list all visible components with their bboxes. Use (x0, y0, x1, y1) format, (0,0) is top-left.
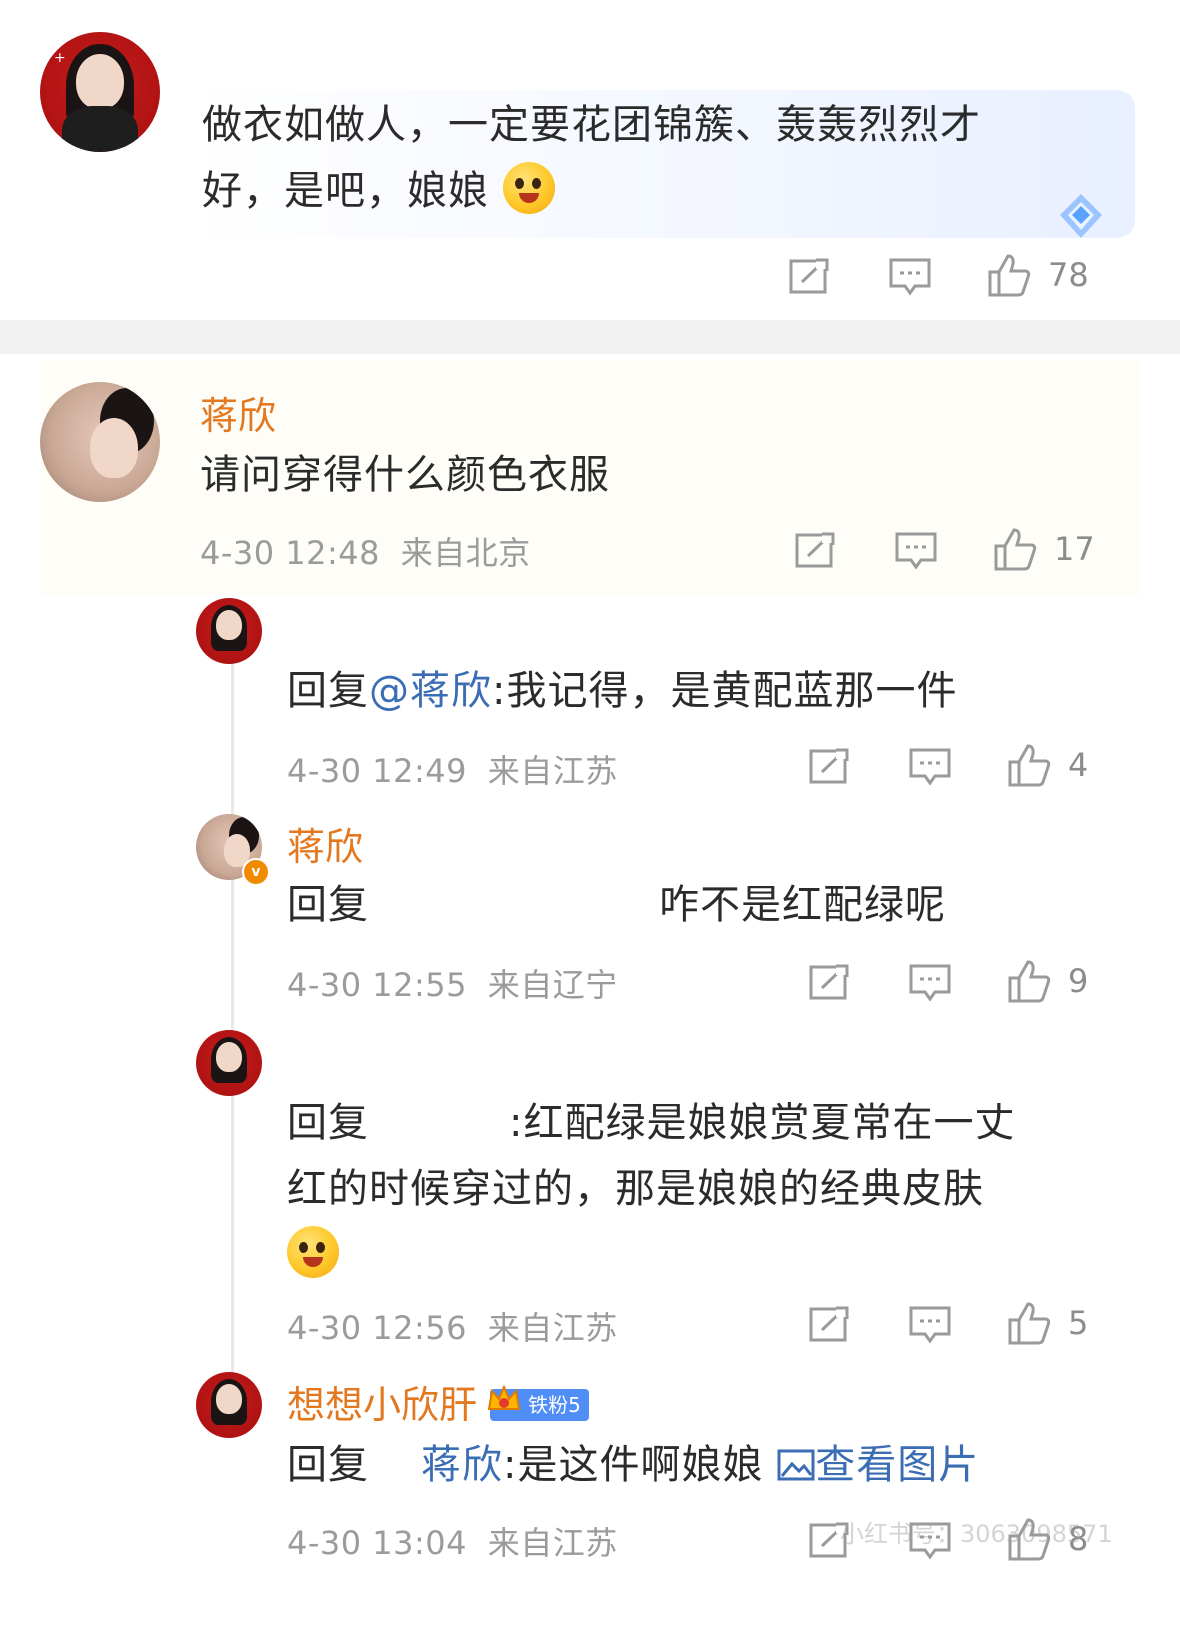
share-icon[interactable] (808, 962, 852, 1002)
avatar[interactable]: + (40, 32, 160, 152)
like-icon[interactable] (1006, 958, 1052, 1004)
like-count: 78 (1048, 256, 1089, 294)
reply-line-3 (287, 1222, 1087, 1288)
timestamp: 4-30 12:55 (287, 966, 468, 1004)
view-image-link[interactable]: 查看图片 (777, 1442, 979, 1488)
reply-prefix: 回复 (287, 668, 369, 714)
location: 来自辽宁 (487, 966, 618, 1004)
timestamp: 4-30 12:49 (287, 752, 468, 790)
mention-link[interactable]: @蒋欣 (369, 668, 492, 714)
mention-link[interactable]: 蒋欣 (421, 1442, 503, 1488)
view-image-label[interactable]: 查看图片 (815, 1442, 979, 1488)
comment-text: 请问穿得什么颜色衣服 (200, 452, 610, 498)
comment-text: 做衣如做人，一定要花团锦簇、轰轰烈烈才 好，是吧，娘娘 (202, 92, 1122, 224)
comment-meta: 4-30 12:48 来自北京 (200, 528, 531, 574)
like-icon[interactable] (1006, 1300, 1052, 1346)
location: 来自江苏 (487, 1309, 618, 1347)
reply-meta: 4-30 12:49 来自江苏 (287, 746, 618, 792)
reply-prefix: 回复 (287, 882, 369, 928)
username[interactable]: 蒋欣 (287, 816, 363, 871)
reply-meta: 4-30 13:04 来自江苏 (287, 1518, 618, 1564)
avatar-face (76, 53, 124, 109)
crown-icon (487, 1384, 521, 1410)
reply-line-2: 红的时候穿过的，那是娘娘的经典皮肤 (287, 1166, 984, 1212)
reply-body: :是这件啊娘娘 (503, 1442, 764, 1488)
comment-icon[interactable] (908, 1304, 952, 1344)
reply-meta: 4-30 12:55 来自辽宁 (287, 960, 618, 1006)
reply-line-1: 回复 :红配绿是娘娘赏夏常在一丈 (287, 1090, 1087, 1156)
avatar[interactable] (196, 1372, 262, 1438)
like-count: 9 (1068, 962, 1089, 1000)
timestamp: 4-30 13:04 (287, 1524, 468, 1562)
share-icon[interactable] (808, 1304, 852, 1344)
avatar[interactable] (196, 598, 262, 664)
comment-icon[interactable] (908, 962, 952, 1002)
like-icon[interactable] (1006, 742, 1052, 788)
avatar-face (215, 609, 243, 641)
image-icon (777, 1449, 815, 1481)
timestamp: 4-30 12:56 (287, 1309, 468, 1347)
avatar-body (61, 106, 139, 152)
username[interactable]: 想想小欣肝 (287, 1383, 477, 1427)
verified-badge-icon: v (242, 858, 270, 886)
share-icon[interactable] (794, 530, 838, 570)
reply-text: 回复 蒋欣:是这件啊娘娘 查看图片 (287, 1432, 1087, 1498)
location: 来自北京 (400, 534, 531, 572)
avatar-face (215, 1041, 243, 1073)
fan-badge-label: 铁粉5 (528, 1393, 581, 1417)
avatar-face (215, 1383, 243, 1415)
comment-icon[interactable] (894, 530, 938, 570)
laughing-emoji-icon (502, 162, 555, 214)
share-icon[interactable] (808, 746, 852, 786)
comment-icon[interactable] (908, 746, 952, 786)
comment-line-2-text: 好，是吧，娘娘 (202, 168, 489, 214)
reply-body: 咋不是红配绿呢 (659, 882, 946, 928)
reply-text: 回复 咋不是红配绿呢 (287, 872, 1047, 938)
section-divider (0, 320, 1180, 354)
like-count: 17 (1054, 530, 1095, 568)
comment-line-2: 好，是吧，娘娘 (202, 158, 1122, 224)
avatar[interactable] (196, 1030, 262, 1096)
like-icon[interactable] (986, 252, 1032, 298)
avatar[interactable] (40, 382, 160, 502)
fan-level-badge: 铁粉5 (487, 1384, 589, 1421)
share-icon[interactable] (788, 256, 832, 296)
like-count: 4 (1068, 746, 1089, 784)
reply-prefix: 回复 (287, 1442, 369, 1488)
reply-prefix: 回复 (287, 1100, 369, 1146)
avatar-face (90, 418, 139, 478)
reply-body-1: :红配绿是娘娘赏夏常在一丈 (509, 1100, 1016, 1146)
username[interactable]: 蒋欣 (200, 385, 276, 440)
username-row: 想想小欣肝 铁粉5 (287, 1374, 589, 1429)
avatar-mark: + (54, 50, 66, 66)
reply-body: :我记得，是黄配蓝那一件 (492, 668, 958, 714)
reply-meta: 4-30 12:56 来自江苏 (287, 1303, 618, 1349)
laughing-emoji-icon (287, 1226, 339, 1278)
reply-text: 回复@蒋欣:我记得，是黄配蓝那一件 (287, 658, 957, 724)
timestamp: 4-30 12:48 (200, 534, 381, 572)
reply-text: 回复 :红配绿是娘娘赏夏常在一丈 红的时候穿过的，那是娘娘的经典皮肤 (287, 1090, 1087, 1288)
location: 来自江苏 (487, 1524, 618, 1562)
comment-icon[interactable] (888, 256, 932, 296)
location: 来自江苏 (487, 752, 618, 790)
watermark: 小红书号：3063098571 (840, 1520, 1113, 1548)
like-count: 5 (1068, 1304, 1089, 1342)
comment-line-1: 做衣如做人，一定要花团锦簇、轰轰烈烈才 (202, 102, 981, 148)
like-icon[interactable] (992, 526, 1038, 572)
